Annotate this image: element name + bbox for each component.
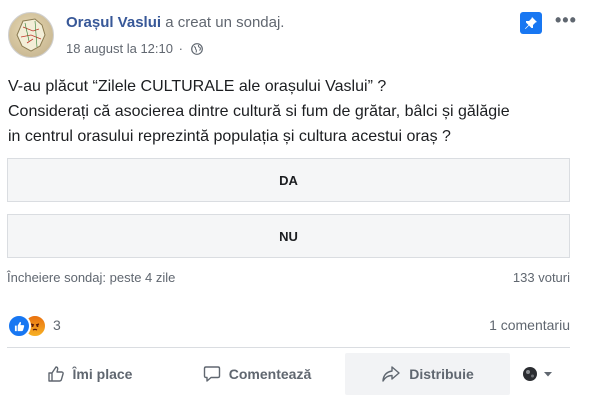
poll-end-time: Încheiere sondaj: peste 4 zile (7, 270, 176, 285)
reactions-bar: 3 1 comentariu (7, 314, 570, 338)
like-button[interactable]: Îmi place (7, 353, 172, 395)
like-label: Îmi place (72, 366, 133, 382)
poll-option-nu[interactable]: NU (7, 214, 570, 258)
post-text: V-au plăcut “Zilele CULTURALE ale orașul… (8, 74, 588, 149)
post-meta: 18 august la 12:10 · (66, 41, 203, 58)
share-arrow-icon (382, 366, 400, 382)
like-reaction-icon[interactable] (7, 314, 31, 338)
divider (7, 347, 570, 348)
post-card: Orașul Vaslui a creat un sondaj. 18 augu… (0, 0, 596, 401)
share-label: Distribuie (409, 366, 474, 382)
more-options-button[interactable]: ••• (555, 10, 577, 31)
author-action: a creat un sondaj. (165, 14, 285, 31)
thumbs-up-icon (47, 366, 64, 382)
author-name[interactable]: Orașul Vaslui (66, 14, 161, 31)
share-button[interactable]: Distribuie (345, 353, 510, 395)
post-text-line: in centrul orasului reprezintă populația… (8, 128, 451, 145)
post-date[interactable]: 18 august la 12:10 (66, 41, 173, 56)
comment-button[interactable]: Comentează (172, 353, 342, 395)
post-header: Orașul Vaslui a creat un sondaj. 18 augu… (8, 8, 588, 60)
post-text-line: Considerați că asocierea dintre cultură … (8, 103, 510, 120)
page-avatar-dropdown-icon (523, 367, 552, 381)
comment-bubble-icon (203, 366, 220, 382)
reaction-count[interactable]: 3 (53, 317, 61, 333)
action-bar: Îmi place Comentează Distribuie (7, 353, 587, 395)
comment-count[interactable]: 1 comentariu (489, 317, 570, 333)
audience-selector[interactable] (510, 353, 572, 395)
comment-label: Comentează (228, 366, 312, 382)
page-avatar[interactable] (8, 12, 54, 58)
pin-icon[interactable] (520, 12, 542, 34)
globe-icon[interactable] (190, 43, 203, 58)
poll-option-da[interactable]: DA (7, 158, 570, 202)
post-text-line: V-au plăcut “Zilele CULTURALE ale orașul… (8, 78, 387, 95)
poll-vote-count[interactable]: 133 voturi (513, 270, 570, 285)
